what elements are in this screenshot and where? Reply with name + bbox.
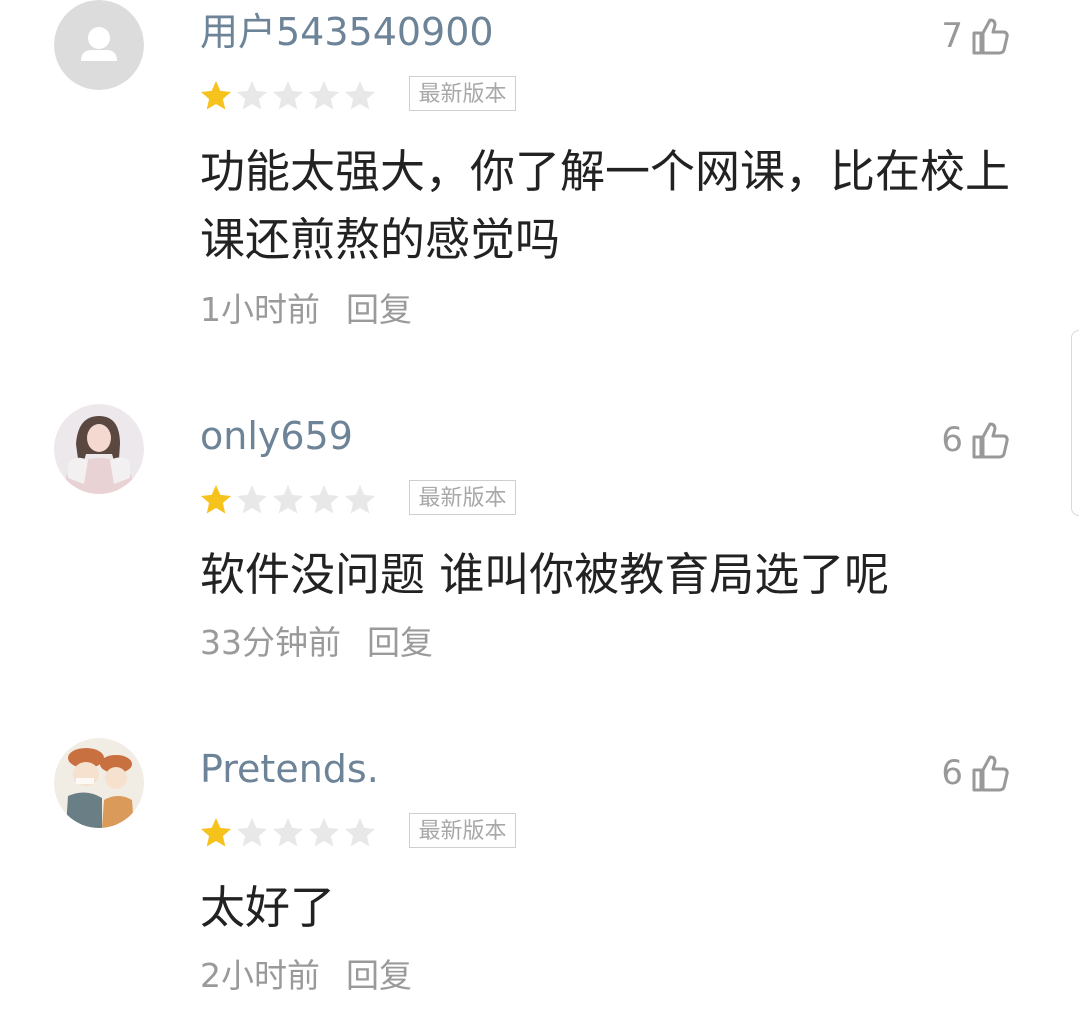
like-count: 6 (941, 753, 963, 793)
scrollbar[interactable] (1071, 330, 1079, 516)
username[interactable]: Pretends. (200, 747, 379, 791)
review-meta: 2小时前 回复 (200, 956, 412, 996)
thumbs-up-icon[interactable] (969, 419, 1011, 461)
review-meta: 33分钟前 回复 (200, 623, 433, 663)
star-empty-icon (234, 482, 270, 518)
star-empty-icon (306, 815, 342, 851)
thumbs-up-icon[interactable] (969, 15, 1011, 57)
cartoon-avatar-icon (54, 738, 144, 828)
star-empty-icon (270, 815, 306, 851)
star-empty-icon (342, 78, 378, 114)
star-rating (198, 815, 378, 851)
version-badge: 最新版本 (409, 76, 516, 111)
star-empty-icon (342, 482, 378, 518)
like-count: 7 (941, 16, 963, 56)
username[interactable]: 用户543540900 (200, 10, 494, 54)
star-empty-icon (234, 78, 270, 114)
avatar[interactable] (54, 0, 144, 90)
review-meta: 1小时前 回复 (200, 290, 412, 330)
star-rating (198, 482, 378, 518)
username[interactable]: only659 (200, 414, 353, 458)
review-time: 2小时前 (200, 956, 320, 995)
version-badge: 最新版本 (409, 480, 516, 515)
star-empty-icon (342, 815, 378, 851)
star-filled-icon (198, 78, 234, 114)
review-text: 软件没问题 谁叫你被教育局选了呢 (200, 548, 890, 601)
star-empty-icon (270, 482, 306, 518)
version-badge: 最新版本 (409, 813, 516, 848)
default-user-icon (54, 0, 144, 90)
photo-avatar-icon (54, 404, 144, 494)
like-count: 6 (941, 420, 963, 460)
star-empty-icon (270, 78, 306, 114)
reply-button[interactable]: 回复 (367, 623, 433, 663)
review-time: 1小时前 (200, 290, 320, 329)
star-empty-icon (306, 78, 342, 114)
like-control[interactable]: 6 (941, 419, 1011, 461)
review-text: 太好了 (200, 881, 336, 934)
star-empty-icon (306, 482, 342, 518)
star-filled-icon (198, 815, 234, 851)
thumbs-up-icon[interactable] (969, 752, 1011, 794)
star-filled-icon (198, 482, 234, 518)
review-time: 33分钟前 (200, 623, 341, 662)
review-text: 功能太强大，你了解一个网课，比在校上课还煎熬的感觉吗 (200, 145, 1011, 266)
like-control[interactable]: 6 (941, 752, 1011, 794)
star-rating (198, 78, 378, 114)
reply-button[interactable]: 回复 (346, 956, 412, 996)
star-empty-icon (234, 815, 270, 851)
avatar[interactable] (54, 404, 144, 494)
like-control[interactable]: 7 (941, 15, 1011, 57)
avatar[interactable] (54, 738, 144, 828)
reply-button[interactable]: 回复 (346, 290, 412, 330)
